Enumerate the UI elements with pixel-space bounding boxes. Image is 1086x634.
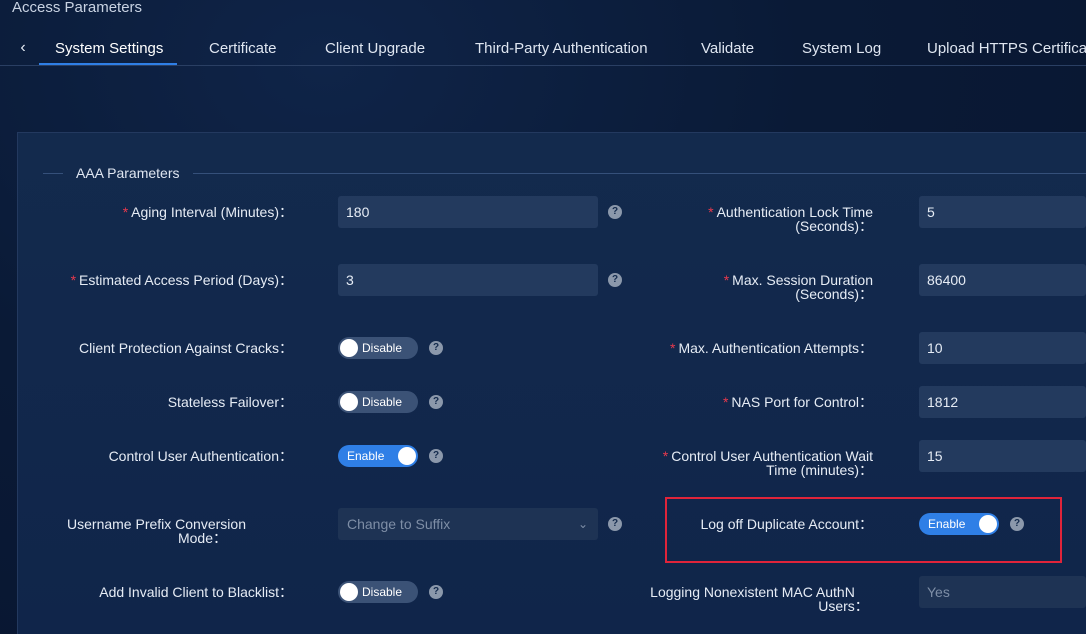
tab-validate[interactable]: Validate bbox=[701, 40, 754, 58]
max-session-duration-label: * Max. Session Duration (Seconds)： bbox=[723, 272, 873, 302]
required-asterisk: * bbox=[722, 394, 729, 410]
required-asterisk: * bbox=[708, 204, 714, 220]
chevron-down-icon: ⌄ bbox=[577, 517, 588, 531]
tab-upload-https-certificate[interactable]: Upload HTTPS Certificat bbox=[927, 40, 1086, 58]
section-title: AAA Parameters bbox=[76, 165, 180, 181]
toggle-knob bbox=[340, 339, 358, 357]
invalid-client-blacklist-label: Add Invalid Client to Blacklist： bbox=[99, 584, 293, 600]
log-off-duplicate-toggle[interactable]: Enable bbox=[919, 513, 999, 535]
required-asterisk: * bbox=[70, 272, 77, 288]
toggle-knob bbox=[398, 447, 416, 465]
estimated-access-period-label: * Estimated Access Period (Days)： bbox=[70, 272, 293, 288]
control-user-authentication-label: Control User Authentication： bbox=[108, 448, 293, 464]
username-prefix-selected-value: Change to Suffix bbox=[347, 516, 451, 532]
page-title: Access Parameters bbox=[12, 0, 143, 16]
aging-interval-label: * Aging Interval (Minutes)： bbox=[122, 204, 293, 220]
username-prefix-select[interactable]: Change to Suffix ⌄ bbox=[338, 508, 598, 540]
tab-system-log[interactable]: System Log bbox=[802, 40, 881, 58]
log-off-duplicate-help-icon[interactable]: ? bbox=[1010, 517, 1024, 531]
estimated-access-period-help-icon[interactable]: ? bbox=[608, 273, 622, 287]
client-protection-help-icon[interactable]: ? bbox=[429, 341, 443, 355]
required-asterisk: * bbox=[122, 204, 129, 220]
log-off-duplicate-label: Log off Duplicate Account： bbox=[700, 516, 873, 532]
toggle-state-label: Disable bbox=[362, 341, 403, 355]
stateless-failover-toggle[interactable]: Disable bbox=[338, 391, 418, 413]
max-session-duration-input[interactable] bbox=[919, 264, 1086, 296]
control-user-wait-input[interactable] bbox=[919, 440, 1086, 472]
control-user-wait-label: * Control User Authentication Wait Time (… bbox=[662, 448, 873, 478]
aging-interval-input[interactable] bbox=[338, 196, 598, 228]
auth-lock-time-input[interactable] bbox=[919, 196, 1086, 228]
tab-certificate[interactable]: Certificate bbox=[209, 40, 277, 58]
tab-client-upgrade[interactable]: Client Upgrade bbox=[325, 40, 425, 58]
logging-nonexistent-mac-label: Logging Nonexistent MAC AuthN Users： bbox=[650, 584, 869, 614]
toggle-knob bbox=[340, 583, 358, 601]
toggle-knob bbox=[979, 515, 997, 533]
estimated-access-period-input[interactable] bbox=[338, 264, 598, 296]
invalid-client-blacklist-help-icon[interactable]: ? bbox=[429, 585, 443, 599]
section-divider-left bbox=[43, 173, 63, 174]
tab-back-chevron-icon[interactable]: ‹ bbox=[14, 38, 32, 58]
max-auth-attempts-label: * Max. Authentication Attempts： bbox=[670, 340, 873, 356]
tab-bar: ‹ System Settings Certificate Client Upg… bbox=[0, 32, 1086, 66]
toggle-knob bbox=[340, 393, 358, 411]
nas-port-label: * NAS Port for Control： bbox=[722, 394, 873, 410]
tab-third-party-authentication[interactable]: Third-Party Authentication bbox=[475, 40, 648, 58]
client-protection-label: Client Protection Against Cracks： bbox=[79, 340, 293, 356]
stateless-failover-label: Stateless Failover： bbox=[167, 394, 293, 410]
tab-system-settings[interactable]: System Settings bbox=[55, 40, 163, 58]
logging-nonexistent-mac-field[interactable]: Yes bbox=[919, 576, 1086, 608]
toggle-state-label: Enable bbox=[928, 517, 966, 531]
stateless-failover-help-icon[interactable]: ? bbox=[429, 395, 443, 409]
required-asterisk: * bbox=[670, 340, 676, 356]
aging-interval-help-icon[interactable]: ? bbox=[608, 205, 622, 219]
auth-lock-time-label: * Authentication Lock Time (Seconds)： bbox=[708, 204, 873, 234]
invalid-client-blacklist-toggle[interactable]: Disable bbox=[338, 581, 418, 603]
max-auth-attempts-input[interactable] bbox=[919, 332, 1086, 364]
toggle-state-label: Disable bbox=[362, 585, 403, 599]
required-asterisk: * bbox=[662, 448, 669, 464]
toggle-state-label: Disable bbox=[362, 395, 403, 409]
required-asterisk: * bbox=[723, 272, 730, 288]
client-protection-toggle[interactable]: Disable bbox=[338, 337, 418, 359]
control-user-authentication-help-icon[interactable]: ? bbox=[429, 449, 443, 463]
active-tab-underline bbox=[39, 63, 177, 65]
control-user-authentication-toggle[interactable]: Enable bbox=[338, 445, 418, 467]
username-prefix-label: Username Prefix Conversion Mode： bbox=[67, 516, 246, 546]
toggle-state-label: Enable bbox=[347, 449, 385, 463]
nas-port-input[interactable] bbox=[919, 386, 1086, 418]
section-divider-right bbox=[193, 173, 1086, 174]
